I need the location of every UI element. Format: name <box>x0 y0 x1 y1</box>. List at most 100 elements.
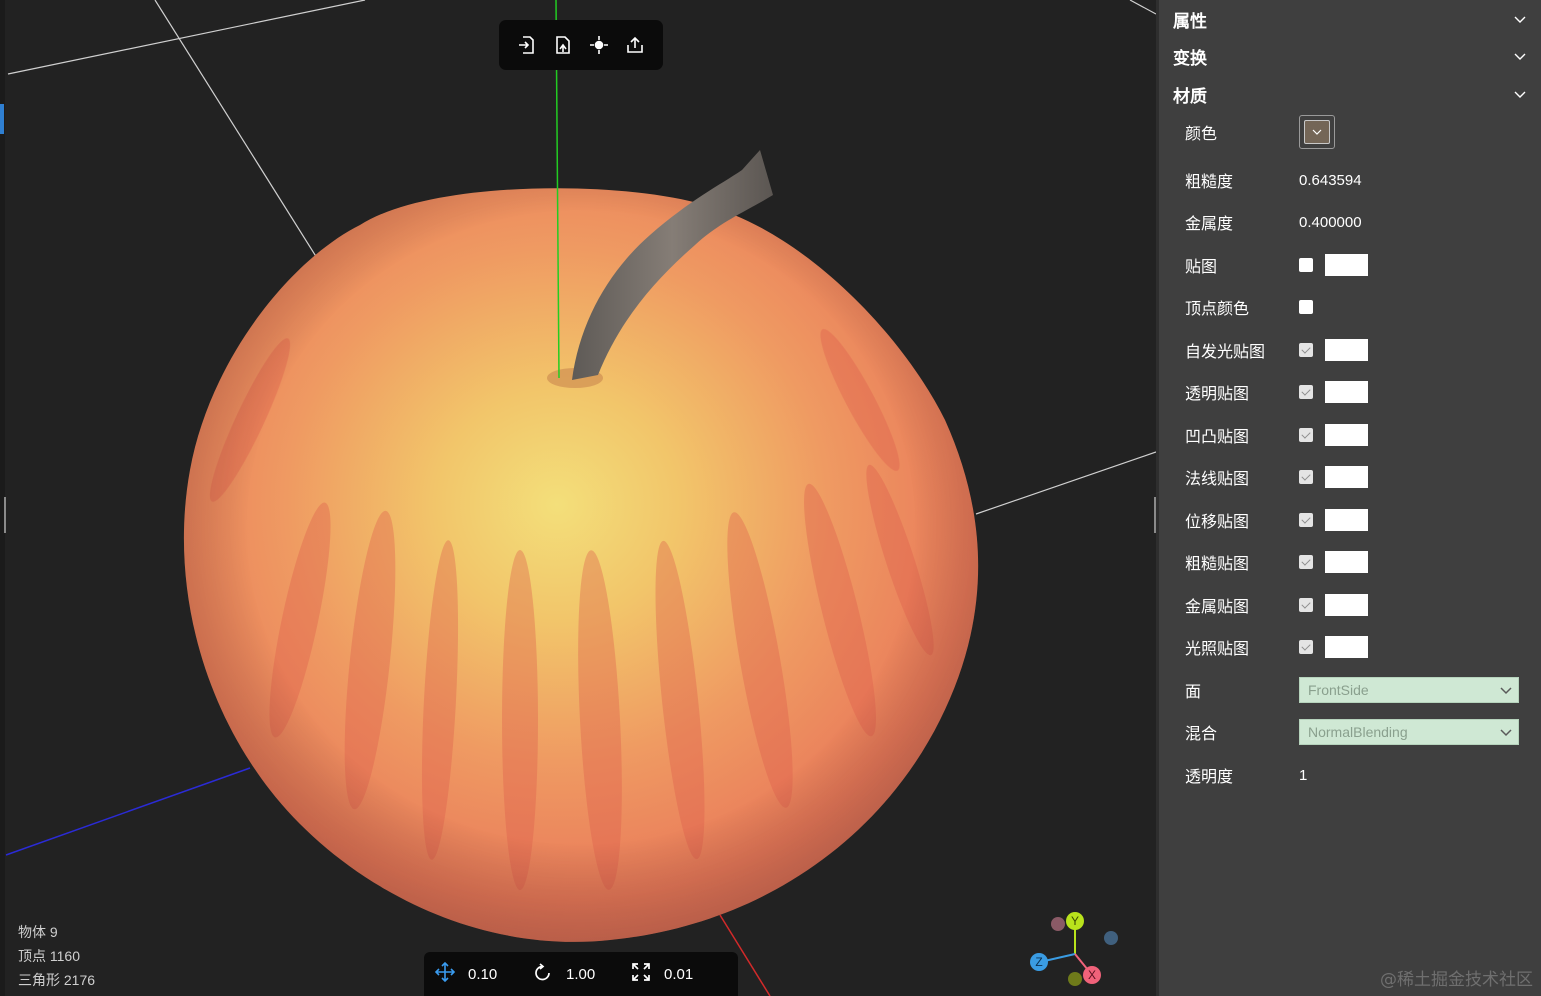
emissive-map-checkbox[interactable] <box>1299 343 1313 357</box>
left-accent-tab[interactable] <box>0 104 4 134</box>
left-resize-handle[interactable] <box>4 497 6 533</box>
normal-map-checkbox[interactable] <box>1299 470 1313 484</box>
watermark: @稀土掘金技术社区 <box>1380 970 1533 990</box>
light-map-row: 光照贴图 <box>1185 633 1525 661</box>
map-checkbox[interactable] <box>1299 258 1313 272</box>
color-swatch[interactable] <box>1304 120 1330 144</box>
scale-snap[interactable]: 0.01 <box>630 961 728 987</box>
open-file-icon[interactable] <box>549 31 577 59</box>
emissive-map-row: 自发光贴图 <box>1185 336 1525 364</box>
light-map-checkbox[interactable] <box>1299 640 1313 654</box>
blending-label: 混合 <box>1185 724 1218 743</box>
rotate-icon[interactable] <box>532 961 554 987</box>
z-axis-label: Z <box>1035 955 1042 969</box>
translate-snap[interactable]: 0.10 <box>434 961 532 987</box>
vertex-colors-label: 顶点颜色 <box>1185 299 1250 318</box>
alpha-map-label: 透明贴图 <box>1185 384 1250 403</box>
metalness-row: 金属度 0.400000 <box>1185 208 1525 236</box>
y-axis-label: Y <box>1071 914 1079 928</box>
scale-snap-value[interactable]: 0.01 <box>664 966 693 983</box>
vertex-count: 顶点 1160 <box>18 948 80 964</box>
map-row: 贴图 <box>1185 251 1525 279</box>
z-axis-line <box>5 767 251 856</box>
map-label: 贴图 <box>1185 257 1218 276</box>
object-count: 物体 9 <box>18 924 58 940</box>
opacity-row: 透明度 1 <box>1185 761 1525 789</box>
import-icon[interactable] <box>513 31 541 59</box>
section-transform[interactable]: 变换 <box>1173 41 1527 71</box>
rotate-snap[interactable]: 1.00 <box>532 961 630 987</box>
3d-viewport[interactable]: 物体 9 顶点 1160 三角形 2176 0.10 1.00 0.01 Y Z… <box>0 0 1156 996</box>
metalness-map-checkbox[interactable] <box>1299 598 1313 612</box>
move-icon[interactable] <box>434 961 456 987</box>
bump-map-label: 凹凸贴图 <box>1185 427 1250 446</box>
chevron-down-icon <box>1312 129 1322 135</box>
chevron-down-icon[interactable] <box>1513 87 1527 101</box>
emissive-map-slot[interactable] <box>1325 339 1368 361</box>
blending-select-value: NormalBlending <box>1308 724 1408 740</box>
roughness-row: 粗糙度 0.643594 <box>1185 166 1525 194</box>
displacement-map-slot[interactable] <box>1325 509 1368 531</box>
displacement-map-checkbox[interactable] <box>1299 513 1313 527</box>
chevron-down-icon[interactable] <box>1513 49 1527 63</box>
chevron-down-icon[interactable] <box>1513 12 1527 26</box>
top-toolbar <box>499 20 663 70</box>
vertex-colors-checkbox[interactable] <box>1299 300 1313 314</box>
translate-snap-value[interactable]: 0.10 <box>468 966 497 983</box>
light-map-slot[interactable] <box>1325 636 1368 658</box>
neg-z-handle <box>1104 931 1118 945</box>
apple-model <box>183 150 979 942</box>
material-color-row: 颜色 <box>1185 115 1525 149</box>
locate-icon[interactable] <box>585 31 613 59</box>
blending-row: 混合 NormalBlending <box>1185 718 1525 746</box>
section-properties[interactable]: 属性 <box>1173 4 1527 34</box>
metalness-map-slot[interactable] <box>1325 594 1368 616</box>
normal-map-row: 法线贴图 <box>1185 463 1525 491</box>
blending-select[interactable]: NormalBlending <box>1299 719 1519 745</box>
section-material[interactable]: 材质 <box>1173 79 1527 109</box>
neg-x-handle <box>1051 917 1065 931</box>
displacement-map-row: 位移贴图 <box>1185 506 1525 534</box>
properties-panel: 属性 变换 材质 颜色 粗糙度 0.643594 金属度 0.400000 贴图… <box>1156 0 1541 996</box>
normal-map-slot[interactable] <box>1325 466 1368 488</box>
side-label: 面 <box>1185 682 1202 701</box>
emissive-map-label: 自发光贴图 <box>1185 342 1266 361</box>
scene-stats: 物体 9 顶点 1160 三角形 2176 <box>18 920 95 992</box>
roughness-map-slot[interactable] <box>1325 551 1368 573</box>
color-picker[interactable] <box>1299 115 1335 149</box>
scene-canvas[interactable] <box>0 0 1156 996</box>
metalness-label: 金属度 <box>1185 214 1234 233</box>
side-row: 面 FrontSide <box>1185 676 1525 704</box>
side-select[interactable]: FrontSide <box>1299 677 1519 703</box>
roughness-input[interactable]: 0.643594 <box>1299 172 1362 189</box>
roughness-map-checkbox[interactable] <box>1299 555 1313 569</box>
scale-icon[interactable] <box>630 961 652 987</box>
rotate-snap-value[interactable]: 1.00 <box>566 966 595 983</box>
chevron-down-icon <box>1500 687 1512 695</box>
metalness-map-label: 金属贴图 <box>1185 597 1250 616</box>
bump-map-checkbox[interactable] <box>1299 428 1313 442</box>
alpha-map-slot[interactable] <box>1325 381 1368 403</box>
map-texture-slot[interactable] <box>1325 254 1368 276</box>
metalness-input[interactable]: 0.400000 <box>1299 214 1362 231</box>
opacity-input[interactable]: 1 <box>1299 767 1307 784</box>
vertex-colors-row: 顶点颜色 <box>1185 293 1525 321</box>
chevron-down-icon <box>1500 729 1512 737</box>
opacity-label: 透明度 <box>1185 767 1234 786</box>
displacement-map-label: 位移贴图 <box>1185 512 1250 531</box>
snap-toolbar: 0.10 1.00 0.01 <box>424 952 738 996</box>
export-icon[interactable] <box>621 31 649 59</box>
bump-map-slot[interactable] <box>1325 424 1368 446</box>
axes-gizmo[interactable]: Y Z X <box>1024 908 1124 992</box>
alpha-map-checkbox[interactable] <box>1299 385 1313 399</box>
roughness-label: 粗糙度 <box>1185 172 1234 191</box>
section-transform-title: 变换 <box>1173 48 1207 69</box>
side-select-value: FrontSide <box>1308 682 1369 698</box>
section-material-title: 材质 <box>1173 86 1207 107</box>
light-map-label: 光照贴图 <box>1185 639 1250 658</box>
neg-y-handle <box>1068 972 1082 986</box>
normal-map-label: 法线贴图 <box>1185 469 1250 488</box>
roughness-map-row: 粗糙贴图 <box>1185 548 1525 576</box>
color-label: 颜色 <box>1185 124 1218 143</box>
triangle-count: 三角形 2176 <box>18 972 96 988</box>
